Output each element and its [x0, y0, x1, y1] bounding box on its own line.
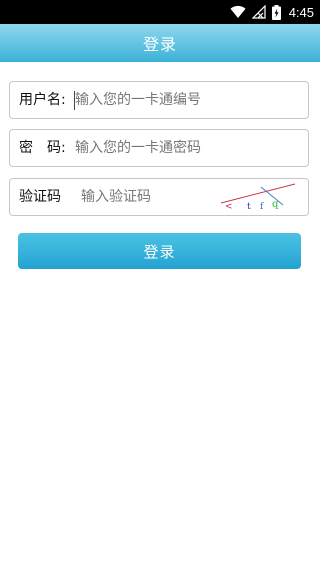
username-input[interactable] [73, 88, 300, 112]
captcha-field[interactable]: 验证码 < t f q [9, 178, 309, 216]
page-title: 登录 [142, 35, 177, 54]
svg-text:q: q [272, 199, 279, 210]
text-cursor [74, 91, 75, 110]
captcha-input[interactable] [79, 185, 211, 209]
wifi-icon [230, 5, 246, 18]
username-field[interactable]: 用户名: [9, 81, 309, 119]
password-field[interactable]: 密 码: [9, 129, 309, 167]
svg-text:t: t [247, 202, 251, 212]
svg-text:<: < [225, 202, 233, 212]
signal-off-icon [251, 5, 266, 19]
login-button[interactable]: 登录 [18, 233, 301, 269]
password-label: 密 码: [19, 140, 66, 156]
password-input[interactable] [73, 136, 300, 160]
captcha-image[interactable]: < t f q [215, 181, 299, 215]
app-header: 登录 [0, 24, 320, 62]
status-bar: 4:45 [0, 0, 320, 24]
svg-text:f: f [260, 202, 264, 212]
username-label: 用户名: [19, 92, 66, 108]
status-icons: 4:45 [230, 0, 314, 24]
captcha-label: 验证码 [19, 189, 61, 205]
status-time: 4:45 [288, 4, 314, 20]
battery-icon [271, 4, 281, 20]
